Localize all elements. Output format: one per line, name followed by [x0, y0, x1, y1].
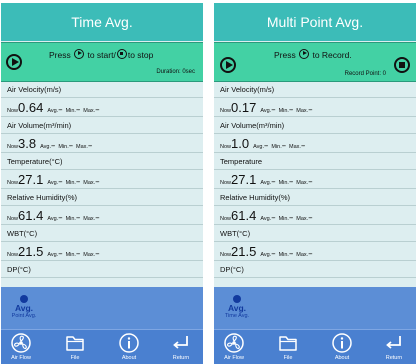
bottom-tab-bar: Air Flow File About Return — [1, 329, 203, 364]
param-value-row: Now61.4 Avg.-- Min.-- Max.-- — [1, 206, 203, 225]
tab-about[interactable]: About — [111, 332, 147, 361]
folder-icon — [66, 336, 84, 351]
screen-title: Multi Point Avg. — [214, 3, 416, 41]
param-label: WBT(°C) — [214, 225, 416, 242]
mode-indicator-icon — [20, 295, 28, 303]
play-icon — [12, 58, 19, 66]
mode-indicator-icon — [233, 295, 241, 303]
record-button[interactable] — [220, 57, 236, 73]
now-value: 21.5 — [231, 244, 257, 259]
param-value-row: Now3.8 Avg.-- Min.-- Max.-- — [1, 134, 203, 153]
instruction-before: Press — [49, 50, 71, 60]
tab-file[interactable]: File — [270, 332, 306, 361]
instruction-text: Press to Record. — [274, 49, 352, 60]
duration-text: Duration: 0sec — [156, 69, 195, 75]
param-label: DP(°C) — [1, 261, 203, 278]
record-point-text: Record Point: 0 — [344, 71, 386, 77]
mode-point-avg[interactable]: Avg. Point Avg. — [9, 295, 39, 320]
param-label: Relative Humidity(%) — [214, 189, 416, 206]
mode-time-avg[interactable]: Avg. Time Avg. — [222, 295, 252, 320]
control-bar: Press to start/to stop Duration: 0sec — [1, 42, 203, 82]
folder-icon — [279, 336, 297, 351]
bottom-tab-bar: Air Flow File About Return — [214, 329, 416, 364]
stop-circle-icon — [116, 49, 127, 59]
param-value-row: Now61.4 Avg.-- Min.-- Max.-- — [214, 206, 416, 225]
screen-title: Time Avg. — [1, 3, 203, 41]
instruction-after: to stop — [127, 50, 154, 60]
now-value: 27.1 — [18, 172, 44, 187]
mode-panel: Avg. Time Avg. — [214, 287, 416, 329]
info-icon — [332, 333, 352, 353]
title-text: Multi Point Avg. — [266, 14, 364, 30]
param-label: Temperature — [214, 153, 416, 170]
param-label: Temperature(°C) — [1, 153, 203, 170]
tab-file[interactable]: File — [57, 332, 93, 361]
info-icon — [119, 333, 139, 353]
stop-button[interactable] — [394, 57, 410, 73]
param-label: Air Volume(m³/min) — [214, 117, 416, 134]
instruction-text: Press to start/to stop — [49, 49, 153, 60]
multi-point-avg-screen: Multi Point Avg. Press to Record. Record… — [214, 3, 416, 364]
parameter-list: Air Velocity(m/s) Now0.64 Avg.-- Min.-- Max… — [1, 81, 203, 278]
instruction-before: Press — [274, 50, 296, 60]
tab-return[interactable]: Return — [376, 332, 412, 361]
param-label: Air Volume(m³/min) — [1, 117, 203, 134]
mode-sub: Point Avg. — [11, 313, 37, 319]
mode-sub: Time Avg. — [224, 313, 250, 319]
time-avg-screen: Time Avg. Press to start/to stop Duratio… — [1, 3, 203, 364]
instruction-middle: to Record. — [310, 50, 352, 60]
control-bar: Press to Record. Record Point: 0 — [214, 42, 416, 82]
tab-air-flow[interactable]: Air Flow — [216, 332, 252, 361]
tab-air-flow[interactable]: Air Flow — [3, 332, 39, 361]
return-icon — [173, 336, 188, 349]
param-label: DP(°C) — [214, 261, 416, 278]
parameter-list: Air Velocity(m/s) Now0.17 Avg.-- Min.-- Max… — [214, 81, 416, 278]
param-value-row: Now27.1 Avg.-- Min.-- Max.-- — [1, 170, 203, 189]
fan-icon — [11, 333, 31, 353]
param-value-row: Now0.64 Avg.-- Min.-- Max.-- — [1, 98, 203, 117]
now-value: 27.1 — [231, 172, 257, 187]
mode-name: Avg. — [14, 303, 34, 313]
now-value: 0.64 — [18, 100, 44, 115]
play-circle-icon — [299, 49, 310, 59]
now-value: 3.8 — [18, 136, 37, 151]
param-label: Relative Humidity(%) — [1, 189, 203, 206]
tab-about[interactable]: About — [324, 332, 360, 361]
param-value-row: Now27.1 Avg.-- Min.-- Max.-- — [214, 170, 416, 189]
start-button[interactable] — [6, 54, 22, 70]
now-value: 21.5 — [18, 244, 44, 259]
mode-name: Avg. — [227, 303, 247, 313]
instruction-middle: to start/ — [85, 50, 116, 60]
param-value-row: Now21.5 Avg.-- Min.-- Max.-- — [1, 242, 203, 261]
now-value: 0.17 — [231, 100, 257, 115]
param-value-row: Now21.5 Avg.-- Min.-- Max.-- — [214, 242, 416, 261]
param-label: Air Velocity(m/s) — [1, 81, 203, 98]
play-circle-icon — [74, 49, 85, 59]
mode-panel: Avg. Point Avg. — [1, 287, 203, 329]
param-label: WBT(°C) — [1, 225, 203, 242]
tab-return[interactable]: Return — [163, 332, 199, 361]
param-label: Air Velocity(m/s) — [214, 81, 416, 98]
param-value-row: Now0.17 Avg.-- Min.-- Max.-- — [214, 98, 416, 117]
param-value-row: Now1.0 Avg.-- Min.-- Max.-- — [214, 134, 416, 153]
fan-icon — [224, 333, 244, 353]
play-icon — [226, 61, 233, 69]
now-value: 61.4 — [231, 208, 257, 223]
now-value: 61.4 — [18, 208, 44, 223]
title-text: Time Avg. — [71, 14, 133, 30]
now-value: 1.0 — [231, 136, 250, 151]
stop-icon — [399, 62, 405, 68]
return-icon — [386, 336, 401, 349]
